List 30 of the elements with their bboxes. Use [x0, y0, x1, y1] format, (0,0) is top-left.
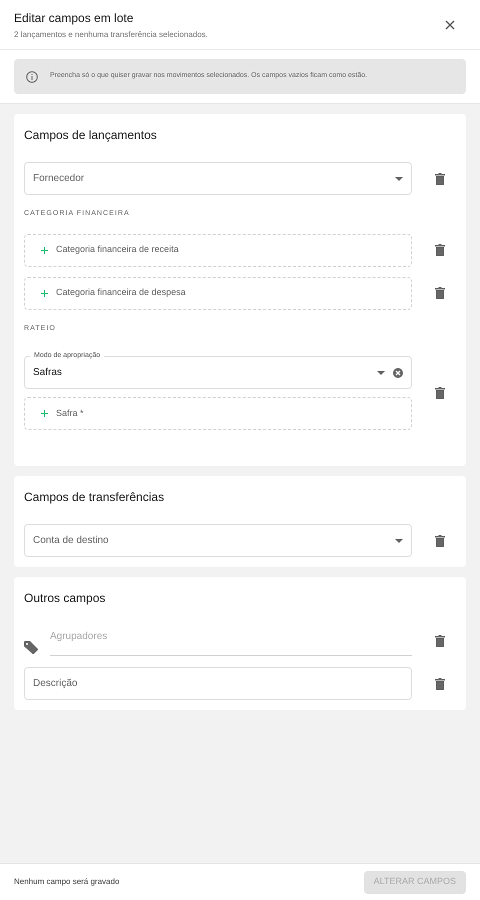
clear-icon[interactable]	[393, 368, 403, 378]
plus-icon	[41, 410, 48, 417]
trash-icon	[435, 678, 445, 690]
select-field[interactable]: Conta de destino	[24, 524, 412, 557]
section-title: Outros campos	[24, 590, 106, 607]
trash-icon	[435, 534, 445, 546]
add-field-button[interactable]: Categoria financeira de receita	[24, 234, 412, 266]
add-field-button[interactable]: Safra *	[24, 397, 412, 430]
trash-icon	[435, 244, 445, 256]
plus-icon	[41, 246, 48, 254]
tags-input-field[interactable]: Agrupadores	[50, 626, 412, 656]
section-title: Campos de lançamentos	[24, 127, 158, 144]
status-text: Nenhum campo será gravado	[14, 876, 120, 888]
trash-icon	[435, 172, 445, 184]
text-input-field[interactable]: Descrição	[24, 667, 412, 700]
section-title: Campos de transferências	[24, 489, 166, 506]
add-field-button[interactable]: Categoria financeira de despesa	[24, 276, 412, 310]
trash-icon	[435, 635, 445, 647]
caret-icon	[377, 370, 385, 374]
plus-icon	[41, 290, 48, 296]
caret-icon	[395, 538, 403, 542]
trash-icon	[435, 287, 445, 299]
dialog-subtitle: 2 lançamentos e nenhuma transferência selecionados.	[14, 28, 208, 40]
tag-icon	[24, 640, 38, 654]
dialog-title: Editar campos em lote	[14, 10, 134, 26]
trash-icon	[435, 387, 445, 399]
select-field[interactable]: Fornecedor	[24, 162, 412, 195]
caret-icon	[395, 176, 403, 180]
close-icon	[445, 20, 455, 30]
info-icon	[26, 70, 38, 82]
